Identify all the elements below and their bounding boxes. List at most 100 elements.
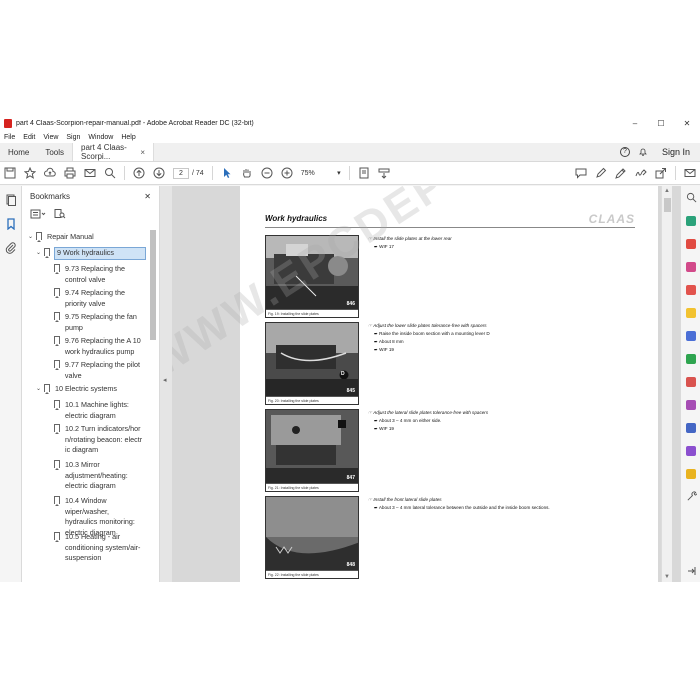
close-tab-icon[interactable]: × <box>140 148 145 157</box>
scrollbar-thumb[interactable] <box>664 198 671 212</box>
arrow-down-circle-icon <box>153 167 165 179</box>
chevron-down-icon[interactable]: ⌄ <box>36 385 44 392</box>
comment-tool[interactable] <box>681 301 700 324</box>
request-signature-tool[interactable] <box>681 439 700 462</box>
bookmark-item[interactable]: 10.5 Heating - air conditioning system/a… <box>54 532 144 564</box>
bookmarks-title: Bookmarks <box>30 191 71 201</box>
maximize-button[interactable]: ☐ <box>648 119 674 128</box>
edit-pdf-icon <box>686 261 696 272</box>
scrollbar-thumb[interactable] <box>150 230 156 340</box>
scroll-up-icon[interactable]: ▲ <box>664 188 670 194</box>
zoom-out-button[interactable] <box>257 163 277 183</box>
organize-pages-tool[interactable] <box>681 324 700 347</box>
close-panel-icon[interactable]: ✕ <box>144 192 151 201</box>
help-button[interactable]: ? <box>616 143 634 161</box>
scrolling-mode-button[interactable] <box>374 163 394 183</box>
highlight-button[interactable] <box>591 163 611 183</box>
bookmarks-button[interactable] <box>1 214 21 234</box>
panel-splitter[interactable]: ◂ <box>160 186 172 582</box>
compress-tool[interactable] <box>681 370 700 393</box>
menu-window[interactable]: Window <box>88 134 113 141</box>
email-button[interactable] <box>80 163 100 183</box>
find-button[interactable] <box>100 163 120 183</box>
bookmark-item-selected[interactable]: ⌄ 9 Work hydraulics <box>36 247 150 260</box>
bookmark-item[interactable]: 9.74 Replacing the priority valve <box>54 288 144 309</box>
bookmark-item[interactable]: 9.75 Replacing the fan pump <box>54 312 144 333</box>
bookmarks-toolbar <box>22 206 159 222</box>
document-scrollbar[interactable]: ▲ ▼ <box>661 186 672 582</box>
edit-pdf-tool[interactable] <box>681 255 700 278</box>
menu-edit[interactable]: Edit <box>23 134 35 141</box>
minus-circle-icon <box>261 167 273 179</box>
bookmark-item[interactable]: ⌄ 10 Electric systems <box>36 384 150 395</box>
bookmark-item[interactable]: 10.1 Machine lights: electric diagram <box>54 400 144 421</box>
tab-document[interactable]: part 4 Claas-Scorpi... × <box>72 143 155 161</box>
attachments-button[interactable] <box>1 238 21 258</box>
find-bookmark-icon[interactable] <box>54 209 66 219</box>
options-menu-icon[interactable] <box>30 209 46 219</box>
protect-tool[interactable] <box>681 416 700 439</box>
compress-icon <box>686 376 696 387</box>
share-icon <box>655 168 666 179</box>
tab-home[interactable]: Home <box>0 143 37 161</box>
export-pdf-tool[interactable] <box>681 209 700 232</box>
create-pdf-tool[interactable] <box>681 232 700 255</box>
print-button[interactable] <box>60 163 80 183</box>
previous-page-button[interactable] <box>129 163 149 183</box>
select-tool-button[interactable] <box>217 163 237 183</box>
bookmark-item[interactable]: 10.2 Turn indicators/horn/rotating beaco… <box>54 424 144 456</box>
share-button[interactable] <box>651 163 671 183</box>
notifications-button[interactable] <box>634 143 652 161</box>
bookmark-label: 9.73 Replacing the control valve <box>65 264 125 284</box>
figure-number: 848 <box>346 562 355 568</box>
sign-in-link[interactable]: Sign In <box>652 143 700 161</box>
comment-button[interactable] <box>571 163 591 183</box>
chevron-down-icon[interactable]: ⌄ <box>28 233 36 240</box>
fill-sign-button[interactable] <box>631 163 651 183</box>
scan-ocr-tool[interactable] <box>681 347 700 370</box>
combine-files-tool[interactable] <box>681 278 700 301</box>
zoom-select[interactable]: 75% ▾ <box>301 169 341 178</box>
bookmark-item[interactable]: 9.73 Replacing the control valve <box>54 264 144 285</box>
more-tools[interactable] <box>681 485 700 508</box>
title-bar: part 4 Claas-Scorpion-repair-manual.pdf … <box>0 115 700 131</box>
upload-button[interactable] <box>40 163 60 183</box>
menu-view[interactable]: View <box>43 134 58 141</box>
mail-button[interactable] <box>680 163 700 183</box>
save-button[interactable] <box>0 163 20 183</box>
send-for-review-tool[interactable] <box>681 462 700 485</box>
minimize-button[interactable]: – <box>622 119 648 128</box>
bookmark-item[interactable]: 9.76 Replacing the A 10 work hydraulics … <box>54 336 144 357</box>
bookmark-item[interactable]: 10.3 Mirror adjustment/heating: electric… <box>54 460 144 492</box>
menu-sign[interactable]: Sign <box>66 134 80 141</box>
collapse-arrow-icon[interactable]: ◂ <box>163 376 167 384</box>
bookmark-star-button[interactable] <box>20 163 40 183</box>
menu-file[interactable]: File <box>4 134 15 141</box>
bookmark-item[interactable]: 9.77 Replacing the pilot valve <box>54 360 144 381</box>
chevron-down-icon[interactable]: ⌄ <box>36 249 44 256</box>
zoom-in-button[interactable] <box>277 163 297 183</box>
fit-page-button[interactable] <box>354 163 374 183</box>
bookmark-label: 9.74 Replacing the priority valve <box>65 288 125 308</box>
page-thumbnails-button[interactable] <box>1 190 21 210</box>
bookmark-label: 9.77 Replacing the pilot valve <box>64 360 140 380</box>
collapse-tools-button[interactable] <box>681 559 700 582</box>
menu-help[interactable]: Help <box>121 134 135 141</box>
bookmarks-panel: Bookmarks ✕ ⌄ Repair Manual ⌄ 9 Work hyd… <box>22 186 160 582</box>
next-page-button[interactable] <box>149 163 169 183</box>
hand-tool-button[interactable] <box>237 163 257 183</box>
bookmark-item[interactable]: ⌄ Repair Manual <box>28 232 148 243</box>
export-pdf-icon <box>686 215 696 226</box>
zoom-page-tool[interactable] <box>681 186 700 209</box>
scroll-down-icon[interactable]: ▼ <box>664 574 670 580</box>
figure-number: 845 <box>346 388 355 394</box>
close-window-button[interactable]: ✕ <box>674 119 700 128</box>
bookmarks-scrollbar[interactable] <box>150 230 156 582</box>
fill-sign-tool[interactable] <box>681 393 700 416</box>
scroll-mode-icon <box>378 168 390 179</box>
page-number-input[interactable]: 2 <box>173 167 189 179</box>
draw-button[interactable] <box>611 163 631 183</box>
claas-logo: CLAAS <box>588 212 635 226</box>
plus-circle-icon <box>281 167 293 179</box>
tab-tools[interactable]: Tools <box>37 143 72 161</box>
